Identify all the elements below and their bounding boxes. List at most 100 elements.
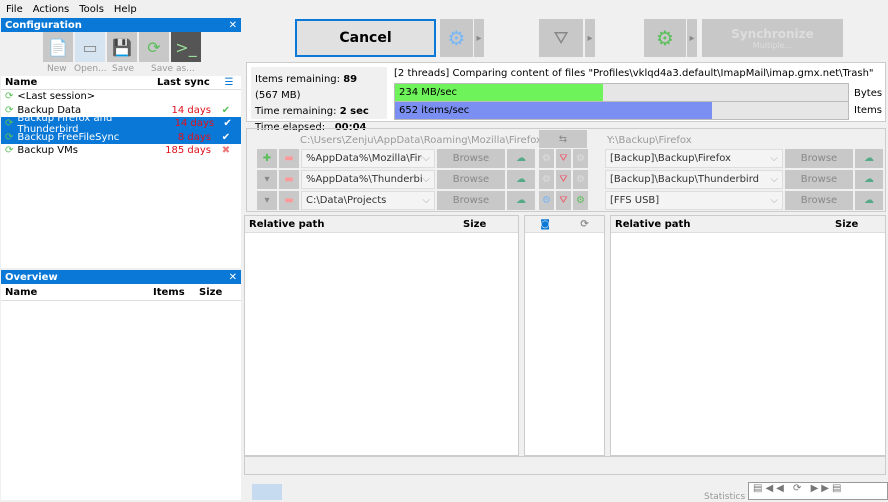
bytes-label: Bytes <box>854 88 883 99</box>
left-folder-input[interactable]: C:\Data\Projects ⌵ <box>301 191 435 210</box>
camera-icon[interactable]: ◙ <box>540 219 550 230</box>
view-layout-icon[interactable] <box>252 484 282 500</box>
pair-compare-gear-icon[interactable]: ⚙ <box>539 191 554 210</box>
config-name: Backup FreeFileSync <box>17 131 120 143</box>
synchronize-label: Synchronize <box>731 26 814 41</box>
right-browse-button[interactable]: Browse <box>785 149 853 168</box>
left-folder-input[interactable]: %AppData%\Thunderbird ⌵ <box>301 170 435 189</box>
remove-pair-icon[interactable]: ▬ <box>279 191 299 210</box>
cloud-drive-icon[interactable]: ☁ <box>855 170 883 189</box>
config-column-header: Name Last sync ☰ <box>1 76 241 90</box>
column-size[interactable]: Size <box>199 287 241 298</box>
config-toolbar: 📄 ▭ 💾 ⟳ >_ New Open... Save Save as... <box>1 32 241 76</box>
right-folder-input[interactable]: [FFS USB] ⌵ <box>605 191 783 210</box>
right-folder-input[interactable]: [Backup]\Backup\Firefox ⌵ <box>605 149 783 168</box>
compare-settings-gear-icon[interactable]: ⚙ <box>440 19 473 57</box>
menu-tools[interactable]: Tools <box>79 4 104 15</box>
overview-panel: Overview ✕ Name Items Size <box>1 270 241 500</box>
config-item[interactable]: ⟳ <Last session> <box>1 90 241 104</box>
column-last-sync[interactable]: Last sync <box>157 77 217 88</box>
items-rate: 652 items/sec <box>399 105 470 116</box>
sync-config-icon: ⟳ <box>5 145 14 157</box>
configuration-header: Configuration ✕ <box>1 18 241 32</box>
right-browse-button[interactable]: Browse <box>785 191 853 210</box>
menu-bar: File Actions Tools Help <box>0 0 242 18</box>
remove-pair-icon[interactable]: ▬ <box>279 170 299 189</box>
overview-header: Overview ✕ <box>1 270 241 284</box>
items-remaining-size: (567 MB) <box>255 90 301 101</box>
pair-compare-gear-icon[interactable]: ⚙ <box>539 170 554 189</box>
column-name[interactable]: Name <box>1 287 153 298</box>
cloud-drive-icon[interactable]: ☁ <box>855 191 883 210</box>
config-item[interactable]: ⟳ Backup Firefox and Thunderbird 14 days ✔ <box>1 113 241 135</box>
filter-icon[interactable]: ⛛ <box>539 19 583 57</box>
left-column-path[interactable]: Relative path <box>245 219 463 230</box>
right-base-folder: Y:\Backup\Firefox <box>607 135 692 146</box>
right-folder-input[interactable]: [Backup]\Backup\Thunderbird ⌵ <box>605 170 783 189</box>
synchronize-button[interactable]: Synchronize Multiple... <box>702 19 843 57</box>
sync-direction-icon[interactable]: ⟳ <box>580 219 588 230</box>
bytes-rate: 234 MB/sec <box>399 87 457 98</box>
cloud-drive-icon[interactable]: ☁ <box>507 149 535 168</box>
cloud-drive-icon[interactable]: ☁ <box>507 170 535 189</box>
column-name[interactable]: Name <box>1 77 157 88</box>
menu-actions[interactable]: Actions <box>33 4 70 15</box>
add-pair-icon[interactable]: ✚ <box>257 149 277 168</box>
sync-dropdown-button[interactable]: ▸ <box>687 19 697 57</box>
pair-sync-gear-icon[interactable]: ⚙ <box>573 170 588 189</box>
check-icon: ✔ <box>221 131 231 143</box>
left-column-size[interactable]: Size <box>463 219 518 230</box>
left-browse-button[interactable]: Browse <box>437 149 505 168</box>
config-name: <Last session> <box>17 91 96 103</box>
items-label: Items <box>854 105 882 116</box>
left-file-grid: Relative path Size <box>244 215 519 456</box>
compare-dropdown-button[interactable]: ▸ <box>474 19 484 57</box>
column-items[interactable]: Items <box>153 287 199 298</box>
overview-title: Overview <box>5 271 58 283</box>
pair-sync-gear-icon[interactable]: ⚙ <box>573 149 588 168</box>
cloud-drive-icon[interactable]: ☁ <box>507 191 535 210</box>
items-remaining-label: Items remaining: <box>255 74 341 85</box>
menu-file[interactable]: File <box>6 4 23 15</box>
folder-pair: ▾ ▬ %AppData%\Thunderbird ⌵ Browse ☁ ⚙ ⛛ … <box>247 170 887 190</box>
pair-sync-gear-icon[interactable]: ⚙ <box>573 191 588 210</box>
statistics-icons: ▤◀◀ ⟳ ▶▶▤ <box>748 482 888 500</box>
close-icon[interactable]: ✕ <box>229 20 237 31</box>
left-browse-button[interactable]: Browse <box>437 170 505 189</box>
cloud-drive-icon[interactable]: ☁ <box>855 149 883 168</box>
cancel-button[interactable]: Cancel <box>295 19 436 57</box>
open-config-button[interactable]: ▭ <box>75 32 105 62</box>
save-as-batch-button[interactable]: >_ <box>171 32 201 62</box>
column-options-icon[interactable]: ☰ <box>217 77 241 88</box>
config-item[interactable]: ⟳ Backup VMs 185 days ✖ <box>1 144 241 158</box>
sync-settings-gear-icon[interactable]: ⚙ <box>644 19 686 57</box>
filter-dropdown-button[interactable]: ▸ <box>585 19 595 57</box>
left-folder-input[interactable]: %AppData%\Mozilla\Firefox⌵ <box>301 149 435 168</box>
sync-config-icon: ⟳ <box>5 118 14 130</box>
swap-sides-icon[interactable]: ⇆ <box>539 130 587 148</box>
progress-stats: Items remaining: 89 (567 MB) Time remain… <box>251 67 387 133</box>
expand-pair-icon[interactable]: ▾ <box>257 191 277 210</box>
pair-filter-icon[interactable]: ⛛ <box>556 149 571 168</box>
save-config-button[interactable]: 💾 <box>107 32 137 62</box>
menu-help[interactable]: Help <box>114 4 137 15</box>
new-label: New <box>47 64 67 74</box>
new-config-button[interactable]: 📄 <box>43 32 73 62</box>
pair-compare-gear-icon[interactable]: ⚙ <box>539 149 554 168</box>
right-browse-button[interactable]: Browse <box>785 170 853 189</box>
pair-filter-icon[interactable]: ⛛ <box>556 170 571 189</box>
save-as-config-button[interactable]: ⟳ <box>139 32 169 62</box>
overview-column-header: Name Items Size <box>1 284 241 301</box>
remove-pair-icon[interactable]: ▬ <box>279 149 299 168</box>
expand-pair-icon[interactable]: ▾ <box>257 170 277 189</box>
middle-grid: ◙ ⟳ <box>524 215 605 456</box>
pair-filter-icon[interactable]: ⛛ <box>556 191 571 210</box>
right-column-path[interactable]: Relative path <box>611 219 835 230</box>
right-column-size[interactable]: Size <box>835 219 885 230</box>
time-remaining-value: 2 sec <box>339 106 369 117</box>
right-file-grid: Relative path Size <box>610 215 886 456</box>
bytes-progress-bar: 234 MB/sec <box>394 83 849 102</box>
close-icon[interactable]: ✕ <box>229 272 237 283</box>
folder-pairs: C:\Users\Zenju\AppData\Roaming\Mozilla\F… <box>246 128 886 212</box>
left-browse-button[interactable]: Browse <box>437 191 505 210</box>
